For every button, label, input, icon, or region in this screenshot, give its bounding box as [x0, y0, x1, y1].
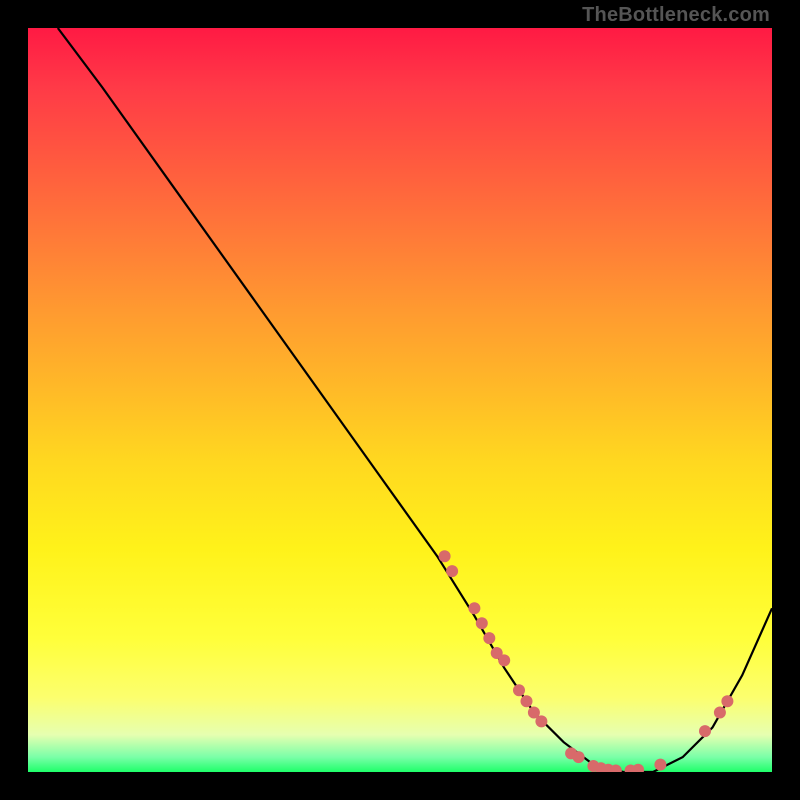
bottleneck-curve	[28, 28, 772, 772]
data-point	[439, 550, 451, 562]
data-point	[498, 654, 510, 666]
data-point	[654, 759, 666, 771]
data-point	[483, 632, 495, 644]
data-point	[476, 617, 488, 629]
data-point	[573, 751, 585, 763]
data-point	[513, 684, 525, 696]
data-point	[632, 764, 644, 772]
data-point	[721, 695, 733, 707]
attribution-text: TheBottleneck.com	[582, 4, 770, 27]
data-point	[446, 565, 458, 577]
data-point	[714, 707, 726, 719]
data-point	[468, 602, 480, 614]
curve-line	[58, 28, 772, 772]
data-point	[699, 725, 711, 737]
data-point	[535, 715, 547, 727]
data-point	[521, 695, 533, 707]
data-points	[439, 550, 734, 772]
